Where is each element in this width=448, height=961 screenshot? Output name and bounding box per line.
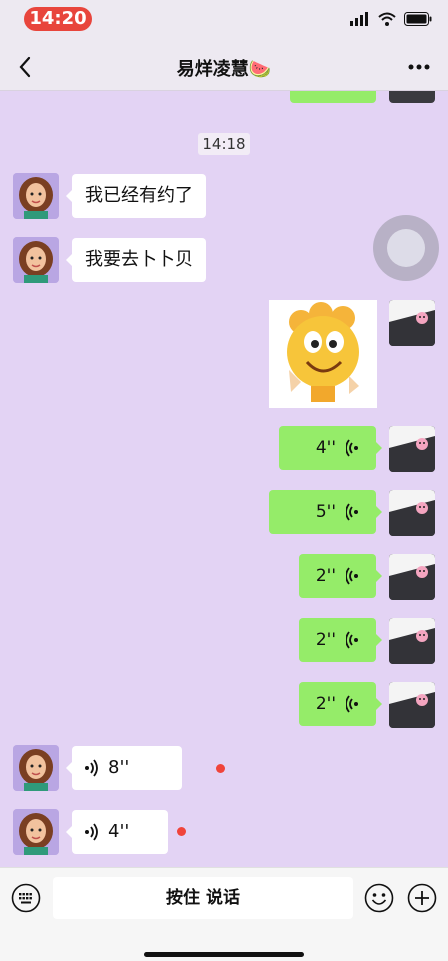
pink-character-avatar-icon	[389, 300, 435, 346]
status-time: 14:20	[24, 7, 92, 31]
unread-voice-dot	[216, 764, 225, 773]
voice-duration: 8''	[108, 757, 130, 778]
my-avatar[interactable]	[389, 91, 435, 103]
contact-avatar[interactable]	[13, 237, 59, 283]
received-text-message[interactable]: 我要去卜卜贝	[66, 238, 206, 282]
contact-avatar[interactable]	[13, 745, 59, 791]
my-avatar[interactable]	[389, 618, 435, 664]
floating-assistive-button[interactable]	[373, 215, 439, 281]
sent-voice-message[interactable]: 2''	[299, 554, 382, 598]
unread-voice-dot	[177, 827, 186, 836]
chat-header: 易烊凌慧🍉	[0, 44, 448, 91]
my-avatar[interactable]	[389, 300, 435, 346]
voice-wave-icon	[346, 503, 358, 521]
keyboard-icon[interactable]	[11, 883, 41, 913]
girl-avatar-icon	[13, 237, 59, 283]
voice-wave-icon	[346, 439, 358, 457]
received-voice-message[interactable]: 8''	[66, 746, 182, 790]
voice-wave-icon	[346, 567, 358, 585]
pink-character-avatar-icon	[389, 490, 435, 536]
cellular-signal-icon	[350, 12, 368, 26]
message-list[interactable]: 14:18 我已经有约了 我要去卜卜贝 4'' 5'' 2'' 2'' 2'' …	[0, 91, 448, 867]
input-bar: 按住 说话	[0, 867, 448, 961]
sent-voice-message[interactable]: 2''	[299, 618, 382, 662]
girl-avatar-icon	[13, 173, 59, 219]
voice-duration: 2''	[315, 566, 336, 586]
status-bar: 14:20	[0, 0, 448, 44]
smiley-sticker-icon	[287, 302, 359, 402]
sent-voice-message[interactable]: 5''	[269, 490, 382, 534]
more-icon[interactable]	[408, 64, 430, 70]
status-icons	[350, 12, 432, 26]
contact-avatar[interactable]	[13, 173, 59, 219]
voice-duration: 5''	[315, 502, 336, 522]
my-avatar[interactable]	[389, 554, 435, 600]
add-more-icon[interactable]	[407, 883, 437, 913]
received-voice-message[interactable]: 4''	[66, 810, 168, 854]
pink-character-avatar-icon	[389, 618, 435, 664]
sent-voice-message[interactable]: 4''	[279, 426, 382, 470]
voice-duration: 2''	[315, 630, 336, 650]
sent-message-partial[interactable]	[290, 91, 376, 103]
voice-duration: 4''	[108, 821, 130, 842]
contact-avatar[interactable]	[13, 809, 59, 855]
voice-wave-icon	[346, 695, 358, 713]
pink-character-avatar-icon	[389, 426, 435, 472]
emoji-icon[interactable]	[364, 883, 394, 913]
pink-character-avatar-icon	[389, 554, 435, 600]
hold-to-talk-button[interactable]: 按住 说话	[53, 877, 353, 919]
girl-avatar-icon	[13, 745, 59, 791]
my-avatar[interactable]	[389, 682, 435, 728]
sent-voice-message[interactable]: 2''	[299, 682, 382, 726]
received-text-message[interactable]: 我已经有约了	[66, 174, 206, 218]
contact-name: 易烊凌慧🍉	[176, 59, 272, 80]
home-indicator	[144, 952, 304, 957]
sticker-message[interactable]	[269, 300, 377, 408]
message-timestamp: 14:18	[198, 133, 250, 155]
voice-duration: 2''	[315, 694, 336, 714]
battery-icon	[404, 12, 432, 26]
my-avatar[interactable]	[389, 490, 435, 536]
wifi-icon	[378, 12, 396, 26]
my-avatar[interactable]	[389, 426, 435, 472]
girl-avatar-icon	[13, 809, 59, 855]
voice-duration: 4''	[315, 438, 336, 458]
pink-character-avatar-icon	[389, 682, 435, 728]
voice-wave-icon	[85, 823, 98, 841]
voice-wave-icon	[346, 631, 358, 649]
voice-wave-icon	[85, 759, 98, 777]
